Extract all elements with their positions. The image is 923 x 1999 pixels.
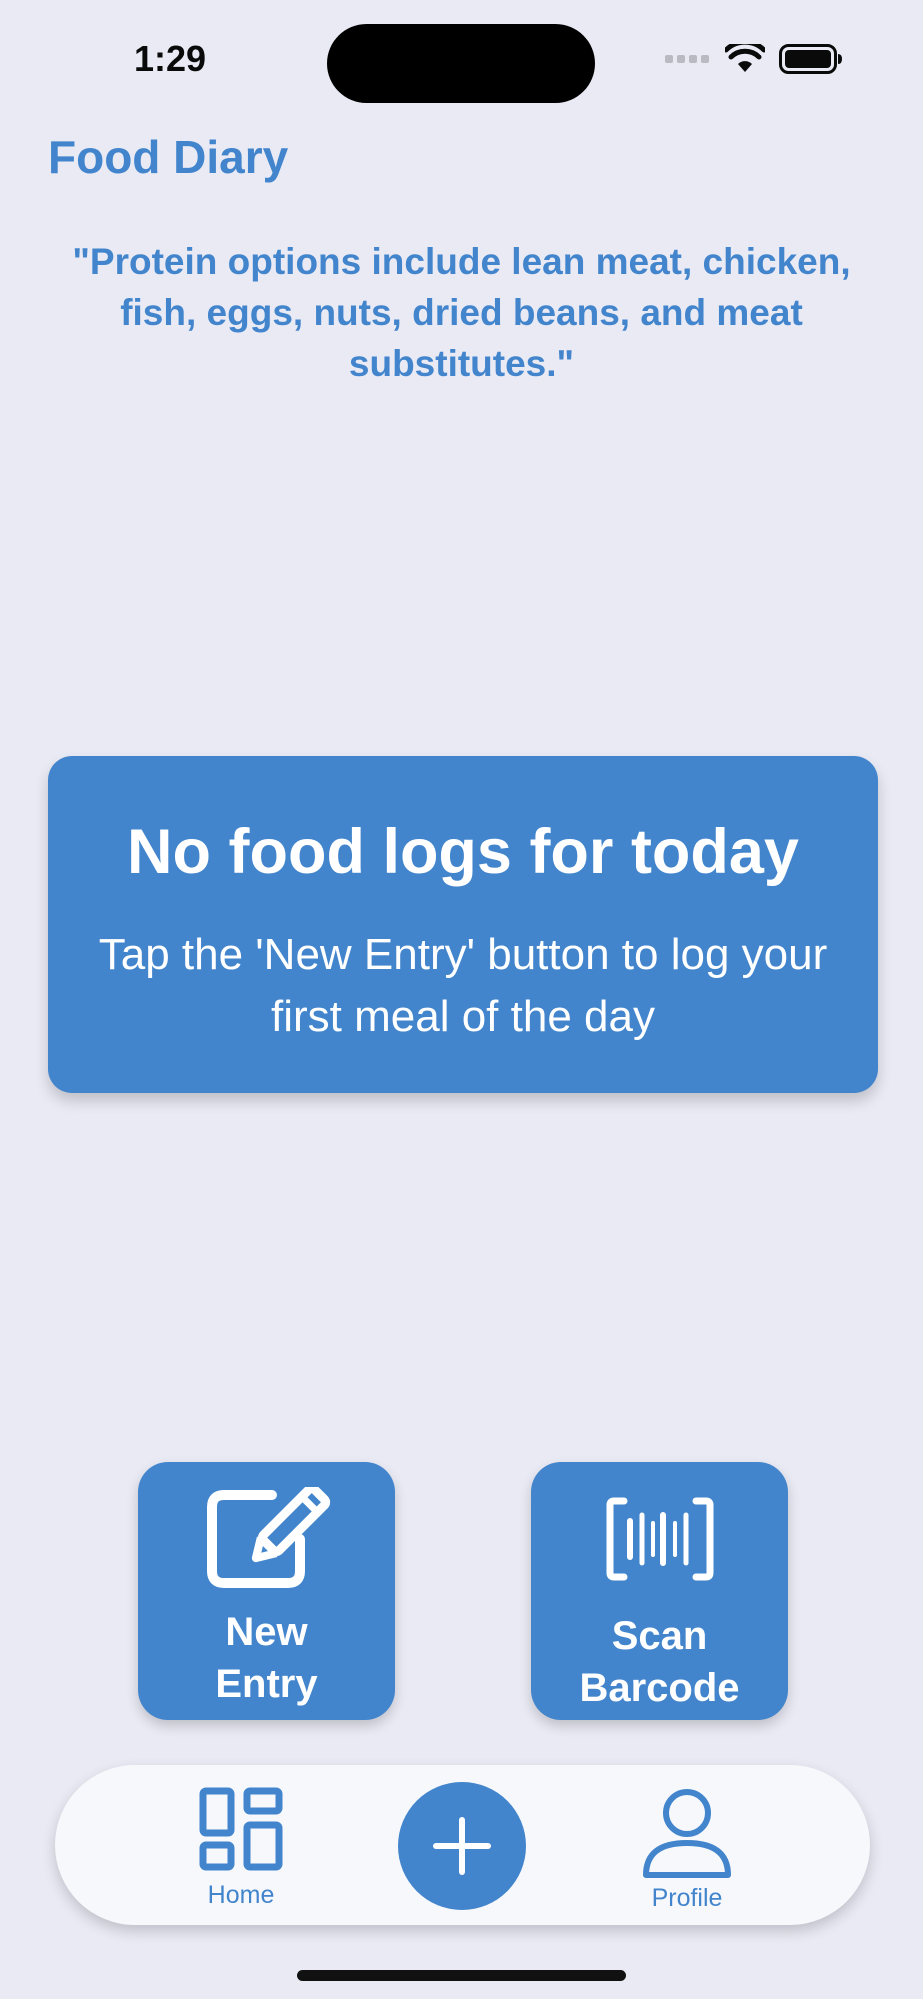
scan-barcode-label: Scan Barcode (579, 1614, 740, 1710)
status-time: 1:29 (134, 38, 207, 79)
tab-profile-label: Profile (651, 1884, 723, 1912)
cellular-signal-icon (665, 55, 709, 63)
tab-home[interactable]: Home (181, 1765, 301, 1925)
home-indicator[interactable] (297, 1970, 626, 1981)
edit-icon (138, 1484, 395, 1594)
page-title: Food Diary (48, 131, 289, 183)
grid-icon (181, 1787, 301, 1871)
tab-bar: Home Profile (55, 1765, 870, 1925)
tab-home-label: Home (207, 1881, 275, 1909)
nutrition-tip-quote: "Protein options include lean meat, chic… (72, 241, 851, 384)
empty-state-message: Tap the 'New Entry' button to log your f… (98, 930, 828, 1041)
battery-icon (779, 44, 842, 74)
add-button[interactable] (398, 1782, 526, 1910)
status-bar: 1:29 (0, 0, 923, 120)
new-entry-label: New Entry (215, 1610, 318, 1706)
barcode-icon (531, 1484, 788, 1594)
new-entry-button[interactable]: New Entry (138, 1462, 395, 1720)
dynamic-island (327, 24, 595, 103)
plus-icon (433, 1817, 491, 1875)
scan-barcode-button[interactable]: Scan Barcode (531, 1462, 788, 1720)
tab-profile[interactable]: Profile (622, 1765, 752, 1925)
wifi-icon (725, 44, 765, 72)
empty-state-card: No food logs for today Tap the 'New Entr… (48, 756, 878, 1093)
person-icon (622, 1787, 752, 1881)
status-icons (665, 44, 843, 74)
empty-state-title: No food logs for today (127, 817, 799, 887)
